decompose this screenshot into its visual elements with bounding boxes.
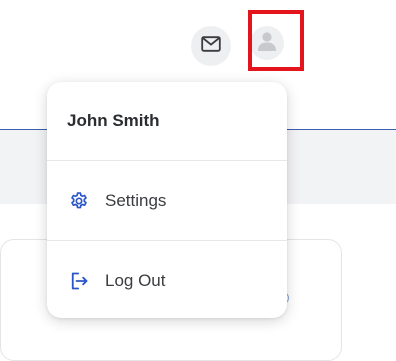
menu-item-label: Settings	[105, 190, 167, 210]
envelope-icon	[201, 35, 221, 57]
highlight-box	[248, 10, 304, 71]
menu-item-label: Log Out	[105, 270, 166, 290]
user-name: John Smith	[67, 111, 160, 130]
logout-icon	[69, 270, 91, 292]
messages-button[interactable]	[191, 26, 231, 66]
menu-item-settings[interactable]: Settings	[47, 161, 287, 240]
user-dropdown-menu: John Smith Settings Log Out	[47, 82, 287, 318]
gear-icon	[69, 190, 91, 212]
menu-item-logout[interactable]: Log Out	[47, 241, 287, 318]
